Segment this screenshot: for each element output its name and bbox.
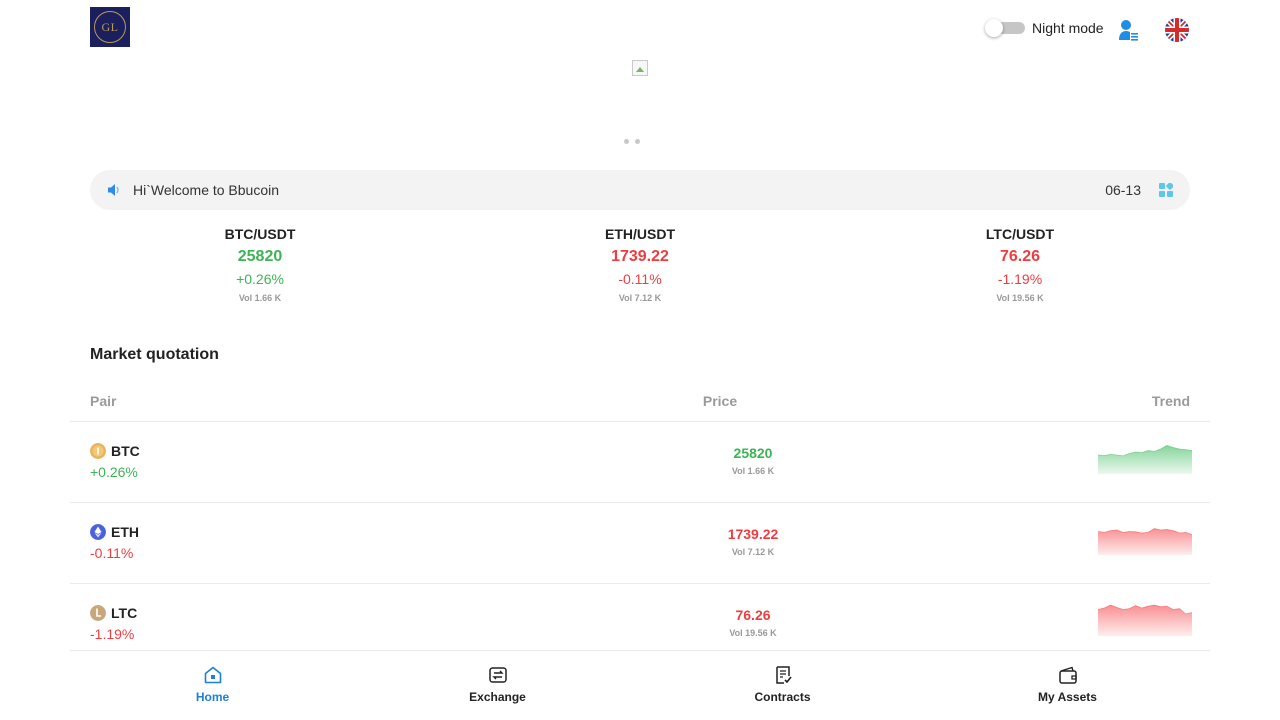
coin-volume: Vol 1.66 K: [731, 466, 775, 476]
logo-mark: GL: [94, 11, 126, 43]
night-mode-toggle[interactable]: [985, 19, 1025, 37]
btc-coin-icon: [90, 443, 106, 459]
ticker-volume: Vol 7.12 K: [618, 293, 662, 303]
night-mode-knob: [985, 19, 1003, 37]
ticker-pair: BTC/USDT: [224, 226, 296, 242]
ticker-btc[interactable]: BTC/USDT 25820 +0.26% Vol 1.66 K: [70, 222, 450, 312]
speaker-icon: [108, 184, 119, 196]
ticker-eth[interactable]: ETH/USDT 1739.22 -0.11% Vol 7.12 K: [450, 222, 830, 312]
column-header-pair[interactable]: Pair: [90, 393, 116, 409]
nav-my-assets[interactable]: My Assets: [925, 651, 1210, 720]
ticker-price: 25820: [237, 248, 283, 265]
market-row-btc[interactable]: BTC +0.26% 25820 Vol 1.66 K: [70, 422, 1210, 503]
coin-name: ETH: [111, 524, 139, 540]
coin-change: +0.26%: [90, 464, 138, 480]
wallet-icon: [1059, 666, 1077, 684]
nav-contracts[interactable]: Contracts: [640, 651, 925, 720]
ticker-pair: ETH/USDT: [605, 226, 675, 242]
carousel-dots: [624, 139, 640, 144]
coin-volume: Vol 7.12 K: [731, 547, 775, 557]
uk-flag-icon[interactable]: [1164, 17, 1190, 43]
ticker-strip: BTC/USDT 25820 +0.26% Vol 1.66 K ETH/USD…: [70, 222, 1210, 312]
logo-text: GL: [101, 19, 119, 34]
column-header-trend[interactable]: Trend: [1152, 393, 1190, 409]
grid-icon[interactable]: [1159, 183, 1173, 197]
ticker-change: -0.11%: [618, 271, 662, 287]
notice-date: 06-13: [1105, 182, 1141, 198]
market-row-eth[interactable]: ETH -0.11% 1739.22 Vol 7.12 K: [70, 503, 1210, 584]
user-list-icon[interactable]: [1116, 18, 1140, 42]
coin-name: BTC: [111, 443, 140, 459]
eth-coin-icon: [90, 524, 106, 540]
nav-label: My Assets: [1038, 690, 1097, 704]
ticker-change: +0.26%: [236, 271, 284, 287]
trend-sparkline: [1098, 444, 1192, 474]
ticker-price: 1739.22: [611, 248, 669, 265]
column-header-price[interactable]: Price: [703, 393, 737, 409]
nav-label: Exchange: [469, 690, 526, 704]
header: GL Night mode: [0, 0, 1280, 56]
nav-label: Contracts: [754, 690, 811, 704]
section-title: Market quotation: [90, 346, 219, 363]
carousel-dot[interactable]: [635, 139, 640, 144]
ltc-coin-icon: [90, 605, 106, 621]
notice-bar[interactable]: Hi`Welcome to Bbucoin 06-13: [90, 170, 1190, 210]
nav-exchange[interactable]: Exchange: [355, 651, 640, 720]
contracts-icon: [776, 666, 792, 684]
market-table-header: Pair Price Trend: [70, 386, 1210, 422]
coin-price: 76.26: [735, 607, 771, 623]
logo[interactable]: GL: [90, 7, 130, 47]
coin-change: -1.19%: [90, 626, 135, 642]
banner[interactable]: [0, 56, 1280, 156]
bottom-nav: Home Exchange Contracts My Assets: [70, 650, 1210, 720]
ticker-change: -1.19%: [997, 271, 1043, 287]
ticker-volume: Vol 1.66 K: [238, 293, 282, 303]
trend-sparkline: [1098, 528, 1192, 555]
ticker-pair: LTC/USDT: [985, 226, 1055, 242]
notice-text: Hi`Welcome to Bbucoin: [133, 182, 280, 198]
coin-name: LTC: [111, 605, 138, 621]
coin-price: 1739.22: [727, 526, 779, 542]
ticker-ltc[interactable]: LTC/USDT 76.26 -1.19% Vol 19.56 K: [830, 222, 1210, 312]
ticker-volume: Vol 19.56 K: [996, 293, 1044, 303]
carousel-dot[interactable]: [624, 139, 629, 144]
sparkline-area: [1098, 445, 1192, 474]
sparkline-area: [1098, 605, 1192, 636]
trend-sparkline: [1098, 604, 1192, 636]
nav-label: Home: [195, 690, 230, 704]
exchange-icon: [489, 667, 507, 683]
coin-change: -0.11%: [90, 545, 134, 561]
coin-price: 25820: [733, 445, 773, 461]
broken-image-icon: [632, 60, 648, 76]
coin-volume: Vol 19.56 K: [729, 628, 777, 638]
home-icon: [204, 666, 222, 684]
ticker-price: 76.26: [999, 248, 1041, 265]
nav-home[interactable]: Home: [70, 651, 355, 720]
night-mode-label: Night mode: [1032, 20, 1104, 36]
